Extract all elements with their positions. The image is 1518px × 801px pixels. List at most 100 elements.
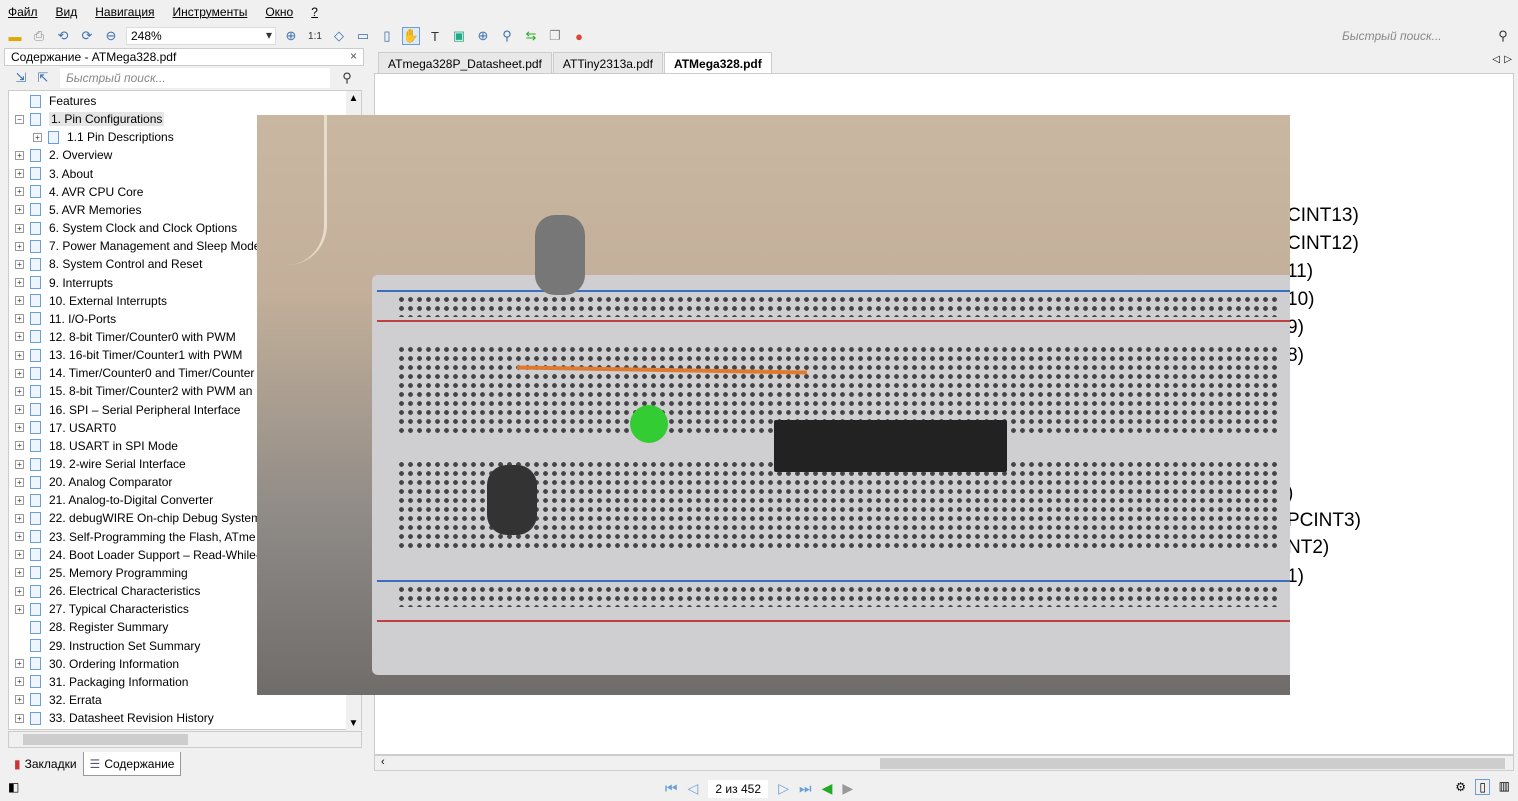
text-select-icon[interactable]: T [426,27,444,45]
expand-toggle-icon[interactable]: + [15,205,24,215]
first-page-icon[interactable]: ⏮ [665,780,678,797]
tree-item[interactable]: +7. Power Management and Sleep Mode [15,237,260,255]
fit-page-icon[interactable]: ◇ [330,27,348,45]
expand-toggle-icon[interactable]: + [15,296,24,306]
tab-attiny2313a[interactable]: ATTiny2313a.pdf [552,52,663,74]
menu-view[interactable]: Вид [56,5,78,19]
tree-item[interactable]: +10. External Interrupts [15,292,167,310]
next-page-icon[interactable]: ▷ [778,780,789,797]
expand-toggle-icon[interactable]: + [15,495,24,505]
tree-item[interactable]: +2. Overview [15,146,112,164]
rotate-left-icon[interactable]: ⟲ [54,27,72,45]
two-page-icon[interactable]: ▥ [1499,779,1510,793]
expand-toggle-icon[interactable]: + [15,477,24,487]
expand-toggle-icon[interactable]: + [15,532,24,542]
tree-item[interactable]: +9. Interrupts [15,274,113,292]
tree-item[interactable]: − 1. Pin Configurations [15,110,165,128]
search-binoculars-icon[interactable]: ⚲ [338,69,356,87]
menu-file[interactable]: Файл [8,5,38,19]
search-binoculars-icon[interactable]: ⚲ [1494,27,1512,45]
find-icon[interactable]: ⚲ [498,27,516,45]
zoom-in-icon[interactable]: ⊕ [282,27,300,45]
expand-toggle-icon[interactable]: + [33,132,42,142]
tree-item[interactable]: +8. System Control and Reset [15,255,202,273]
toggle-panel-icon[interactable]: ◧ [8,780,19,794]
rotate-right-icon[interactable]: ⟳ [78,27,96,45]
collapse-all-icon[interactable]: ⇱ [34,69,52,87]
fit-width-icon[interactable]: ▭ [354,27,372,45]
expand-toggle-icon[interactable]: + [15,241,24,251]
zoom-select[interactable]: 248% [126,27,276,45]
back-icon[interactable]: ◀ [822,780,833,797]
tree-item[interactable]: +33. Datasheet Revision History [15,709,214,727]
print-icon[interactable]: ⎙ [30,27,48,45]
expand-toggle-icon[interactable]: + [15,187,24,197]
expand-all-icon[interactable]: ⇲ [12,69,30,87]
image-select-icon[interactable]: ▣ [450,27,468,45]
tree-item[interactable]: +30. Ordering Information [15,655,179,673]
tab-scroll-left-icon[interactable]: ◁ [1492,54,1500,65]
previous-page-icon[interactable]: ◁ [687,780,698,797]
expand-toggle-icon[interactable]: − [15,114,24,124]
tree-item[interactable]: +19. 2-wire Serial Interface [15,455,186,473]
expand-toggle-icon[interactable]: + [15,259,24,269]
sync-icon[interactable]: ⇆ [522,27,540,45]
tree-item[interactable]: +23. Self-Programming the Flash, ATme [15,528,256,546]
expand-toggle-icon[interactable]: + [15,441,24,451]
tab-atmega328[interactable]: ATMega328.pdf [663,52,772,74]
menu-tools[interactable]: Инструменты [173,5,248,19]
tree-item[interactable]: +21. Analog-to-Digital Converter [15,491,213,509]
expand-toggle-icon[interactable]: + [15,586,24,596]
fit-height-icon[interactable]: ▯ [378,27,396,45]
tree-item[interactable]: +11. I/O-Ports [15,310,116,328]
tree-item[interactable]: +22. debugWIRE On-chip Debug System [15,509,261,527]
tab-contents[interactable]: ☰ Содержание [82,752,182,776]
tree-item[interactable]: +13. 16-bit Timer/Counter1 with PWM [15,346,242,364]
bookmark-add-icon[interactable]: ● [570,27,588,45]
document-horizontal-scrollbar[interactable]: ‹ [374,755,1514,771]
tree-item[interactable]: +5. AVR Memories [15,201,141,219]
tree-item[interactable]: +4. AVR CPU Core [15,183,143,201]
tree-item[interactable]: +14. Timer/Counter0 and Timer/Counter [15,364,254,382]
expand-toggle-icon[interactable]: + [15,513,24,523]
open-folder-icon[interactable]: ▬ [6,27,24,45]
expand-toggle-icon[interactable]: + [15,713,24,723]
expand-toggle-icon[interactable]: + [15,604,24,614]
expand-toggle-icon[interactable]: + [15,332,24,342]
zoom-out-icon[interactable]: ⊖ [102,27,120,45]
actual-size-icon[interactable]: 1:1 [306,27,324,45]
menu-navigation[interactable]: Навигация [95,5,154,19]
tab-scroll-right-icon[interactable]: ▷ [1504,54,1512,65]
tree-item[interactable]: +12. 8-bit Timer/Counter0 with PWM [15,328,236,346]
expand-toggle-icon[interactable]: + [15,150,24,160]
tree-item[interactable]: +18. USART in SPI Mode [15,437,178,455]
zoom-tool-icon[interactable]: ⊕ [474,27,492,45]
tree-horizontal-scrollbar[interactable] [8,731,362,748]
settings-icon[interactable]: ⚙ [1455,780,1466,794]
tree-item[interactable]: +31. Packaging Information [15,673,188,691]
tree-item[interactable]: +17. USART0 [15,419,116,437]
last-page-icon[interactable]: ⏭ [799,780,812,797]
expand-toggle-icon[interactable]: + [15,568,24,578]
expand-toggle-icon[interactable]: + [15,169,24,179]
expand-toggle-icon[interactable]: + [15,368,24,378]
close-icon[interactable]: × [350,49,357,63]
copy-icon[interactable]: ❐ [546,27,564,45]
tree-item[interactable]: +3. About [15,165,93,183]
expand-toggle-icon[interactable]: + [15,459,24,469]
tree-item[interactable]: Features [15,92,96,110]
expand-toggle-icon[interactable]: + [15,550,24,560]
tree-item[interactable]: +15. 8-bit Timer/Counter2 with PWM an [15,382,252,400]
contents-search-input[interactable]: Быстрый поиск... [60,68,330,88]
tree-item[interactable]: +25. Memory Programming [15,564,188,582]
tree-item[interactable]: 28. Register Summary [15,618,168,636]
tree-item[interactable]: +32. Errata [15,691,102,709]
tree-item[interactable]: +20. Analog Comparator [15,473,172,491]
expand-toggle-icon[interactable]: + [15,386,24,396]
expand-toggle-icon[interactable]: + [15,350,24,360]
expand-toggle-icon[interactable]: + [15,223,24,233]
hand-tool-icon[interactable]: ✋ [402,27,420,45]
tree-item[interactable]: +24. Boot Loader Support – Read-While- [15,546,260,564]
expand-toggle-icon[interactable]: + [15,278,24,287]
expand-toggle-icon[interactable]: + [15,677,24,687]
